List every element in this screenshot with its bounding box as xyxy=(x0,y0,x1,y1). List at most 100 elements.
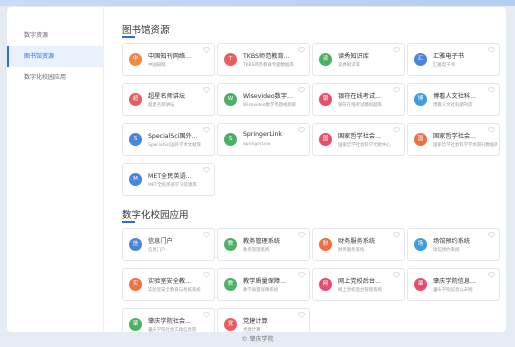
resource-title: 教务管理系统 xyxy=(243,238,281,245)
resource-card[interactable]: 党党建计算 党建计算 xyxy=(217,308,310,332)
resource-subtitle: TKBS师范教育专题数据库 xyxy=(243,63,294,68)
resource-icon: 实 xyxy=(129,278,142,291)
resource-subtitle: 国家哲学社会科学学术期刊数据库 xyxy=(433,143,497,148)
heart-icon[interactable] xyxy=(488,87,495,93)
resource-title: SpringerLink xyxy=(243,131,282,138)
resource-card[interactable]: 教教务管理系统 教务管理系统 xyxy=(217,228,310,261)
resource-title: 党建计算 xyxy=(243,318,268,325)
section-title-library-resources: 图书馆资源 xyxy=(122,25,170,36)
heart-icon[interactable] xyxy=(203,272,210,278)
resource-icon: 党 xyxy=(224,318,237,331)
resource-icon: 教 xyxy=(224,238,237,251)
heart-icon[interactable] xyxy=(203,87,210,93)
section-title-campus-apps: 数字化校园应用 xyxy=(122,210,189,221)
heart-icon[interactable] xyxy=(393,272,400,278)
resource-icon: 肇 xyxy=(414,278,427,291)
resource-card[interactable]: 网网上党校后台... 网上党校后台管理系统 xyxy=(312,268,405,301)
resource-icon: S xyxy=(129,133,142,146)
resource-subtitle: MET全民英语学习资源库 xyxy=(148,183,197,188)
sidebar: 数字资源 图书馆资源 数字化校园应用 xyxy=(7,7,104,332)
resource-subtitle: 国家哲学社会科学文献中心 xyxy=(338,143,391,148)
resource-card[interactable]: 肇肇庆学院社会... 肇庆学院社会实践信息管 xyxy=(122,308,215,332)
resource-subtitle: Wisevideo数字专题视频库 xyxy=(243,103,297,108)
heart-icon[interactable] xyxy=(298,312,305,318)
footer-copyright: © 肇庆学院 xyxy=(241,336,274,343)
resource-card[interactable]: 场场馆预约系统 场馆预约系统 xyxy=(407,228,500,261)
resource-subtitle: 教学质量保障系统 xyxy=(243,288,279,293)
resource-title: 国家哲学社会... xyxy=(338,133,382,140)
resource-subtitle: 教务管理系统 xyxy=(243,248,270,253)
resource-title: 实验室安全教... xyxy=(148,278,192,285)
resource-icon: 国 xyxy=(414,133,427,146)
heart-icon[interactable] xyxy=(298,127,305,133)
resource-subtitle: 超星名师讲坛 xyxy=(148,103,175,108)
heart-icon[interactable] xyxy=(298,87,305,93)
heart-icon[interactable] xyxy=(203,167,210,173)
heart-icon[interactable] xyxy=(488,127,495,133)
heart-icon[interactable] xyxy=(488,232,495,238)
resource-subtitle: 银符在线考试模拟题库 xyxy=(338,103,382,108)
heart-icon[interactable] xyxy=(393,47,400,53)
top-banner xyxy=(0,0,515,6)
heart-icon[interactable] xyxy=(298,272,305,278)
resource-icon: 超 xyxy=(129,93,142,106)
heart-icon[interactable] xyxy=(488,272,495,278)
resource-card[interactable]: 国国家哲学社会... 国家哲学社会科学文献中心 xyxy=(312,123,405,156)
resource-card[interactable]: 教教学质量保障... 教学质量保障系统 xyxy=(217,268,310,301)
resource-title: 肇庆学院社会... xyxy=(148,318,192,325)
resource-card[interactable]: W Wisevideo数字... Wisevideo数字专题视频库 xyxy=(217,83,310,116)
resource-subtitle: 网上党校后台管理系统 xyxy=(338,288,382,293)
heart-icon[interactable] xyxy=(393,232,400,238)
sidebar-item-library-resources[interactable]: 图书馆资源 xyxy=(7,46,104,67)
heart-icon[interactable] xyxy=(203,127,210,133)
resource-subtitle: 肇庆学院信息公开网 xyxy=(433,288,473,293)
resource-subtitle: SpringerLink xyxy=(243,142,271,147)
resource-title: 超星名师讲坛 xyxy=(148,93,186,100)
resource-card[interactable]: 银银符在线考试... 银符在线考试模拟题库 xyxy=(312,83,405,116)
resource-icon: 信 xyxy=(129,238,142,251)
resource-title: 中国知刊网络... xyxy=(148,53,192,60)
resource-card[interactable]: 博博看人文社科... 博看人文社科期刊库 xyxy=(407,83,500,116)
resource-title: 汇雅电子书 xyxy=(433,53,464,60)
resource-title: 肇庆学院信息... xyxy=(433,278,477,285)
heart-icon[interactable] xyxy=(203,232,210,238)
resource-icon: 读 xyxy=(319,53,332,66)
resource-card[interactable]: 国国家哲学社会... 国家哲学社会科学学术期刊数据库 xyxy=(407,123,500,156)
heart-icon[interactable] xyxy=(203,312,210,318)
sidebar-item-digital-resources[interactable]: 数字资源 xyxy=(7,25,104,46)
resource-card[interactable]: 信信息门户 信息门户 xyxy=(122,228,215,261)
main-content: 图书馆资源中中国知刊网络... 中国知网 T TKBS师范教育... TKBS师范教育专… xyxy=(104,7,506,332)
resource-card[interactable]: S SpecialSci国外... SpecialSci国外学术文献库 xyxy=(122,123,215,156)
resource-subtitle: 场馆预约系统 xyxy=(433,248,460,253)
resource-card[interactable]: 实实验室安全教... 实验室安全教育与考核系统 xyxy=(122,268,215,301)
resource-card[interactable]: 超超星名师讲坛 超星名师讲坛 xyxy=(122,83,215,116)
heart-icon[interactable] xyxy=(488,47,495,53)
resource-icon: 肇 xyxy=(129,318,142,331)
resource-card[interactable]: M MET全民英语... MET全民英语学习资源库 xyxy=(122,163,215,196)
resource-card[interactable]: T TKBS师范教育... TKBS师范教育专题数据库 xyxy=(217,43,310,76)
resource-icon: 教 xyxy=(224,278,237,291)
heart-icon[interactable] xyxy=(298,47,305,53)
resource-title: 信息门户 xyxy=(148,238,173,245)
resource-subtitle: SpecialSci国外学术文献库 xyxy=(148,143,201,148)
resource-card[interactable]: 汇汇雅电子书 汇雅电子书 xyxy=(407,43,500,76)
sidebar-item-campus-apps[interactable]: 数字化校园应用 xyxy=(7,67,104,88)
resource-card[interactable]: S SpringerLink SpringerLink xyxy=(217,123,310,156)
resource-title: 银符在线考试... xyxy=(338,93,382,100)
resource-icon: 国 xyxy=(319,133,332,146)
resource-card[interactable]: 读读秀知识库 读秀知识库 xyxy=(312,43,405,76)
resource-card[interactable]: 中中国知刊网络... 中国知网 xyxy=(122,43,215,76)
resource-icon: 场 xyxy=(414,238,427,251)
resource-subtitle: 财务服务系统 xyxy=(338,248,365,253)
resource-title: 读秀知识库 xyxy=(338,53,369,60)
heart-icon[interactable] xyxy=(298,232,305,238)
resource-title: 财务服务系统 xyxy=(338,238,376,245)
resource-title: 教学质量保障... xyxy=(243,278,287,285)
resource-title: 博看人文社科... xyxy=(433,93,477,100)
resource-card[interactable]: 肇肇庆学院信息... 肇庆学院信息公开网 xyxy=(407,268,500,301)
resource-subtitle: 博看人文社科期刊库 xyxy=(433,103,473,108)
resource-card[interactable]: 财财务服务系统 财务服务系统 xyxy=(312,228,405,261)
heart-icon[interactable] xyxy=(203,47,210,53)
heart-icon[interactable] xyxy=(393,127,400,133)
heart-icon[interactable] xyxy=(393,87,400,93)
